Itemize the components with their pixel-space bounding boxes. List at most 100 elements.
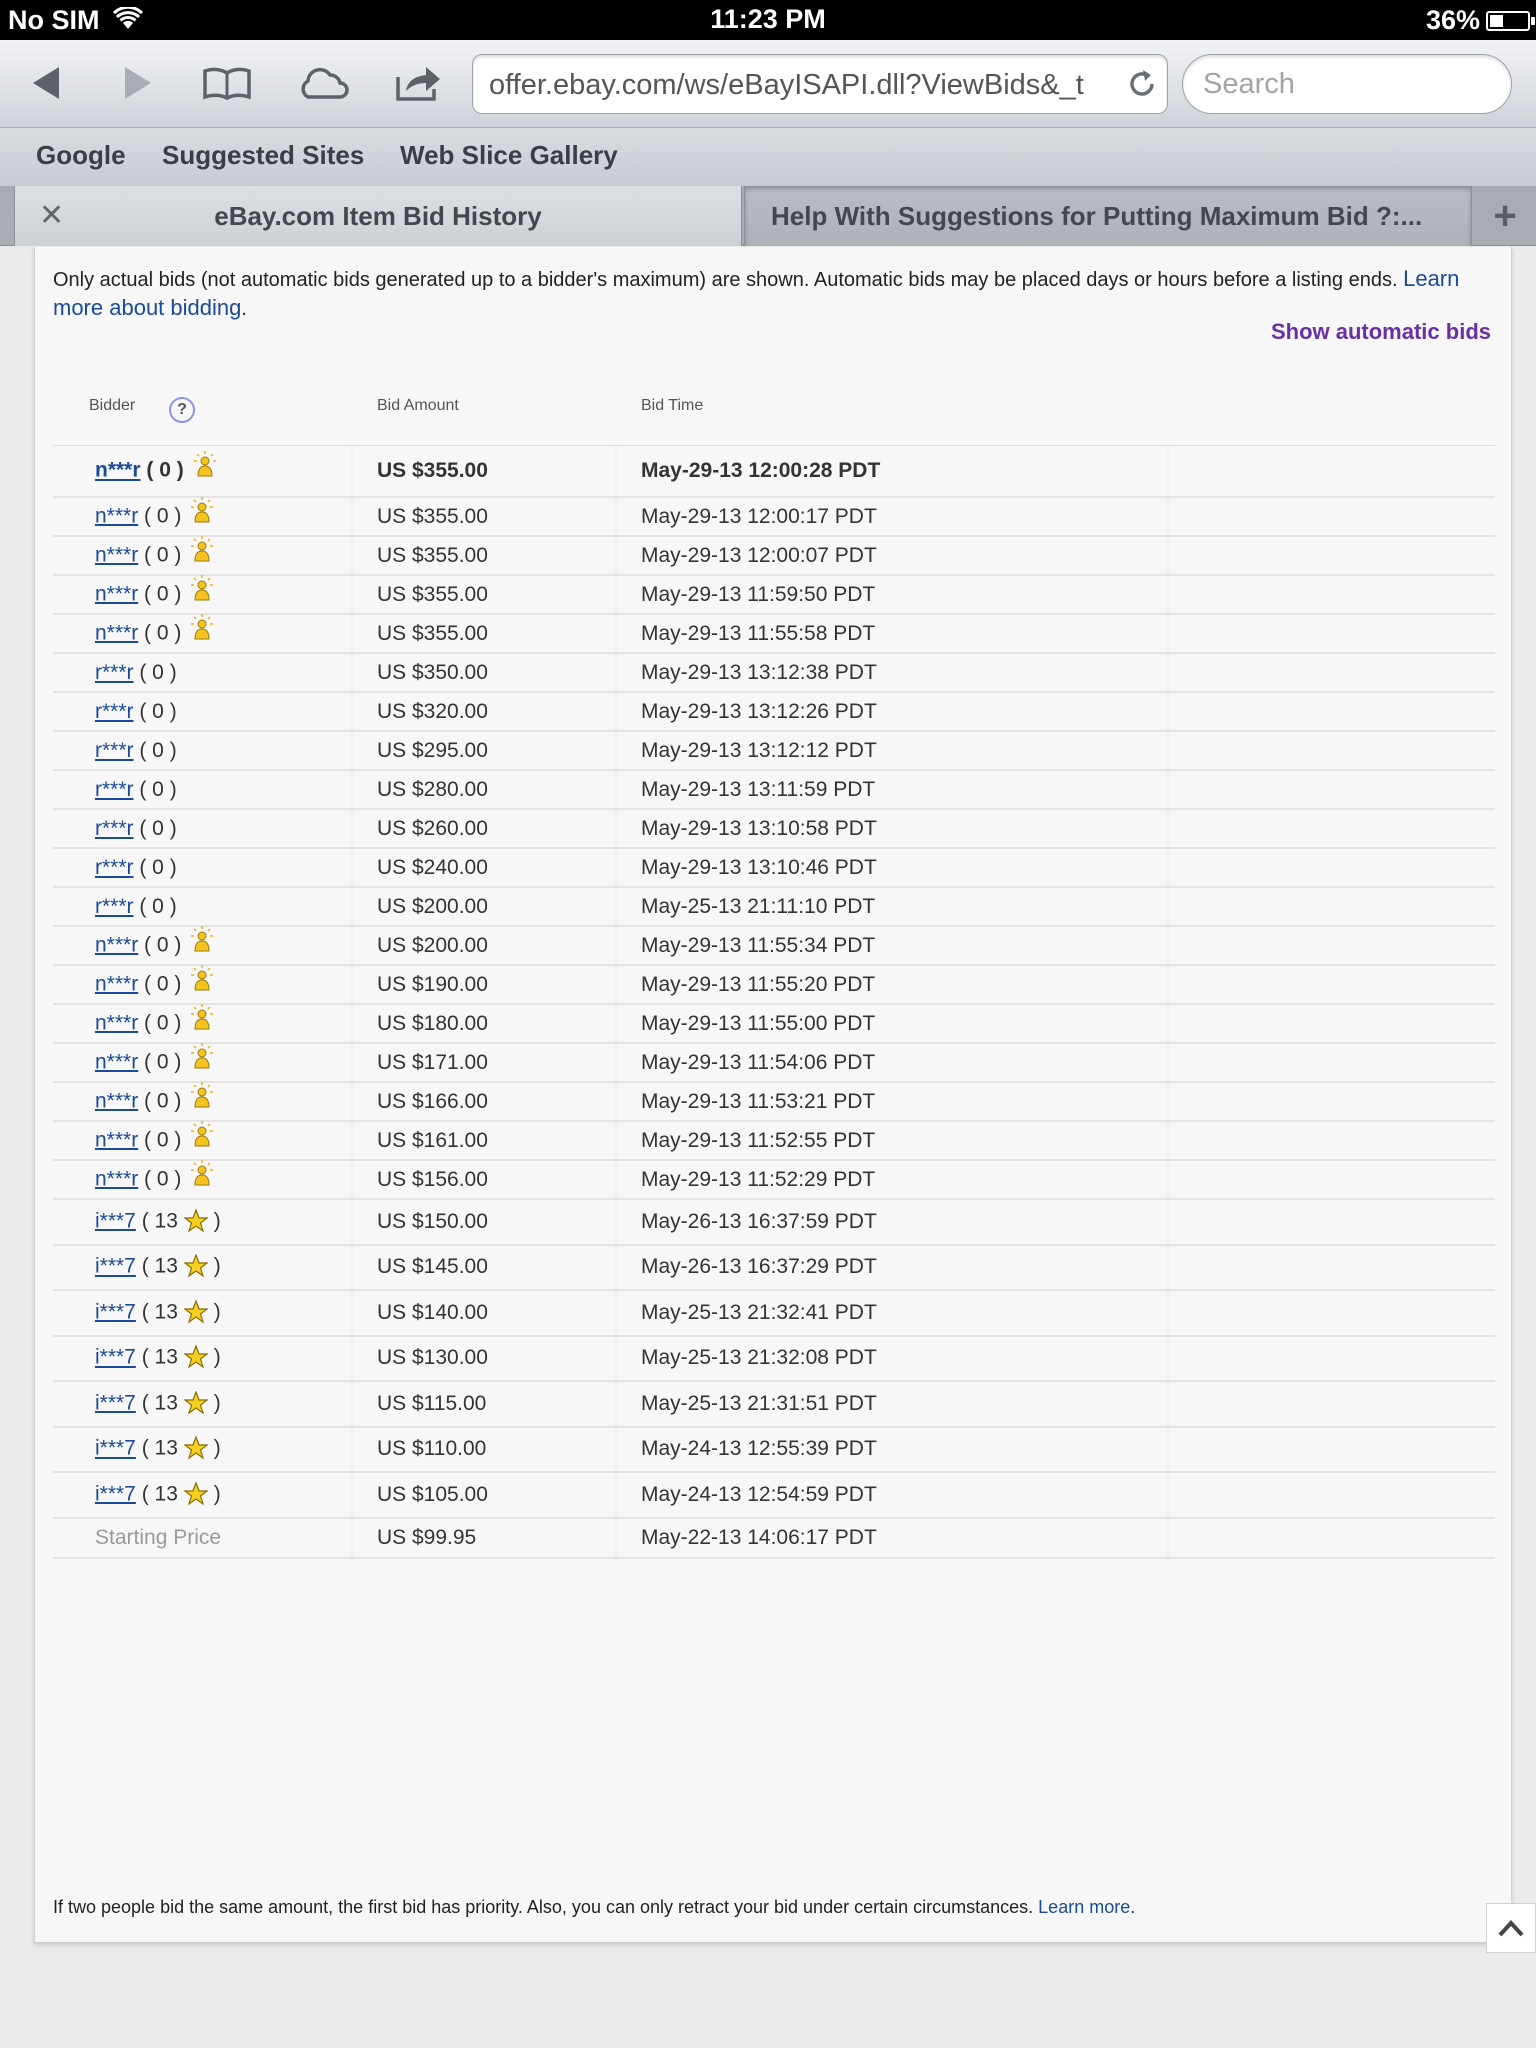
bookmark-web-slice-gallery[interactable]: Web Slice Gallery bbox=[400, 140, 618, 171]
feedback-score[interactable]: ( 13 bbox=[136, 1482, 178, 1505]
column-separator bbox=[1167, 732, 1169, 769]
bidder-name-link[interactable]: i***7 bbox=[95, 1209, 136, 1232]
new-tab-icon[interactable]: + bbox=[1474, 186, 1536, 246]
bookmarks-book-icon[interactable] bbox=[200, 58, 254, 108]
column-separator bbox=[615, 615, 617, 652]
feedback-score[interactable]: ( 13 bbox=[136, 1346, 178, 1369]
bid-row: n***r ( 0 ) US $355.00 May-29-13 11:55:58 … bbox=[53, 613, 1495, 654]
bidder-name-link[interactable]: r***r bbox=[95, 700, 134, 723]
scroll-to-top-button[interactable] bbox=[1486, 1903, 1536, 1953]
bid-time: May-29-13 12:00:07 PDT bbox=[641, 543, 877, 567]
bidder-name-link[interactable]: n***r bbox=[95, 459, 141, 482]
bidder-name-link[interactable]: r***r bbox=[95, 661, 134, 684]
bidder-name-link[interactable]: n***r bbox=[95, 1089, 138, 1112]
bidder-name-link[interactable]: r***r bbox=[95, 856, 134, 879]
url-text[interactable]: offer.ebay.com/ws/eBayISAPI.dll?ViewBids… bbox=[489, 69, 1109, 102]
feedback-score[interactable]: ( 0 ) bbox=[134, 895, 176, 918]
feedback-score[interactable]: ( 0 ) bbox=[134, 739, 176, 762]
feedback-score[interactable]: ( 0 ) bbox=[134, 778, 176, 801]
bidder-name-link[interactable]: n***r bbox=[95, 1128, 138, 1151]
bid-time: May-29-13 12:00:28 PDT bbox=[641, 459, 881, 482]
feedback-score[interactable]: ( 0 ) bbox=[134, 856, 176, 879]
feedback-score[interactable]: ( 13 bbox=[136, 1300, 178, 1323]
bidder-name-link[interactable]: n***r bbox=[95, 543, 138, 566]
feedback-score[interactable]: ( 13 bbox=[136, 1391, 178, 1414]
feedback-score[interactable]: ( 0 ) bbox=[134, 817, 176, 840]
bidder-name-link[interactable]: n***r bbox=[95, 504, 138, 527]
column-separator bbox=[615, 1427, 617, 1471]
show-automatic-bids-link[interactable]: Show automatic bids bbox=[1271, 319, 1491, 345]
forward-icon[interactable] bbox=[110, 58, 164, 108]
feedback-score[interactable]: ( 0 ) bbox=[138, 972, 181, 995]
bookmark-suggested-sites[interactable]: Suggested Sites bbox=[162, 140, 364, 171]
feedback-score[interactable]: ( 0 ) bbox=[138, 1050, 181, 1073]
feedback-score[interactable]: ( 13 bbox=[136, 1209, 178, 1232]
column-separator bbox=[615, 1161, 617, 1198]
bid-row: i***7 ( 13 ) US $140.00 May-25-13 21:32:41… bbox=[53, 1291, 1495, 1337]
feedback-score[interactable]: ( 0 ) bbox=[138, 504, 181, 527]
bidder-name-link[interactable]: i***7 bbox=[95, 1437, 136, 1460]
bidder-cell: n***r ( 0 ) bbox=[95, 1042, 214, 1079]
column-separator bbox=[615, 1291, 617, 1335]
bidder-name-link[interactable]: n***r bbox=[95, 1167, 138, 1190]
column-separator bbox=[615, 888, 617, 925]
back-icon[interactable] bbox=[20, 58, 74, 108]
feedback-score[interactable]: ( 0 ) bbox=[138, 621, 181, 644]
bid-time: May-29-13 11:55:00 PDT bbox=[641, 1011, 876, 1035]
tab-help-suggestions[interactable]: Help With Suggestions for Putting Maximu… bbox=[744, 186, 1472, 246]
address-bar[interactable]: offer.ebay.com/ws/eBayISAPI.dll?ViewBids… bbox=[472, 54, 1168, 114]
column-separator bbox=[615, 1005, 617, 1042]
reload-icon[interactable] bbox=[1125, 67, 1159, 101]
icloud-tabs-icon[interactable] bbox=[296, 58, 350, 108]
bidder-name-link[interactable]: r***r bbox=[95, 817, 134, 840]
feedback-score[interactable]: ( 0 ) bbox=[134, 661, 176, 684]
help-icon[interactable]: ? bbox=[169, 397, 195, 423]
tab-title[interactable]: Help With Suggestions for Putting Maximu… bbox=[771, 201, 1451, 232]
bookmarks-bar: Google Suggested Sites Web Slice Gallery bbox=[0, 128, 1536, 186]
feedback-score[interactable]: ( 13 bbox=[136, 1437, 178, 1460]
bidder-name-link[interactable]: n***r bbox=[95, 933, 138, 956]
feedback-score[interactable]: ( 0 ) bbox=[138, 1011, 181, 1034]
bidder-name-link[interactable]: i***7 bbox=[95, 1346, 136, 1369]
bidder-name-link[interactable]: i***7 bbox=[95, 1482, 136, 1505]
column-separator bbox=[615, 849, 617, 886]
tab-title[interactable]: eBay.com Item Bid History bbox=[15, 201, 741, 232]
bid-row: r***r ( 0 ) US $280.00 May-29-13 13:11:59 … bbox=[53, 771, 1495, 810]
bidder-name-link[interactable]: n***r bbox=[95, 582, 138, 605]
tab-bid-history[interactable]: ✕ eBay.com Item Bid History bbox=[14, 186, 742, 246]
bookmark-google[interactable]: Google bbox=[36, 140, 126, 171]
learn-more-link[interactable]: Learn more bbox=[1038, 1897, 1130, 1917]
bidder-name-link[interactable]: n***r bbox=[95, 1050, 138, 1073]
search-input[interactable] bbox=[1203, 68, 1493, 101]
feedback-score[interactable]: ( 0 ) bbox=[141, 459, 183, 482]
column-separator bbox=[1167, 693, 1169, 730]
bidder-name-link[interactable]: i***7 bbox=[95, 1391, 136, 1414]
feedback-score[interactable]: ( 0 ) bbox=[134, 700, 176, 723]
column-separator bbox=[615, 537, 617, 574]
bidder-name-link[interactable]: r***r bbox=[95, 778, 134, 801]
bidder-name-link[interactable]: n***r bbox=[95, 972, 138, 995]
feedback-score[interactable]: ( 0 ) bbox=[138, 933, 181, 956]
new-member-icon bbox=[191, 1042, 214, 1075]
feedback-score[interactable]: ( 0 ) bbox=[138, 1128, 181, 1151]
feedback-score[interactable]: ( 0 ) bbox=[138, 1089, 181, 1112]
share-icon[interactable] bbox=[392, 58, 446, 108]
search-field[interactable] bbox=[1182, 54, 1512, 114]
bidder-name-link[interactable]: i***7 bbox=[95, 1300, 136, 1323]
column-separator bbox=[351, 849, 353, 886]
bid-row: i***7 ( 13 ) US $150.00 May-26-13 16:37:59… bbox=[53, 1200, 1495, 1246]
feedback-score[interactable]: ( 0 ) bbox=[138, 582, 181, 605]
bidder-name-link[interactable]: n***r bbox=[95, 1011, 138, 1034]
bidder-name-link[interactable]: i***7 bbox=[95, 1255, 136, 1278]
bid-row: n***r ( 0 ) US $166.00 May-29-13 11:53:21 … bbox=[53, 1081, 1495, 1122]
battery-icon bbox=[1486, 11, 1535, 31]
bidder-name-link[interactable]: n***r bbox=[95, 621, 138, 644]
feedback-score[interactable]: ( 0 ) bbox=[138, 1167, 181, 1190]
bidder-name-link[interactable]: r***r bbox=[95, 739, 134, 762]
bid-amount: US $140.00 bbox=[377, 1300, 488, 1324]
bidder-name-link[interactable]: r***r bbox=[95, 895, 134, 918]
bid-time: May-29-13 12:00:17 PDT bbox=[641, 504, 877, 528]
column-separator bbox=[351, 615, 353, 652]
feedback-score[interactable]: ( 0 ) bbox=[138, 543, 181, 566]
feedback-score[interactable]: ( 13 bbox=[136, 1255, 178, 1278]
